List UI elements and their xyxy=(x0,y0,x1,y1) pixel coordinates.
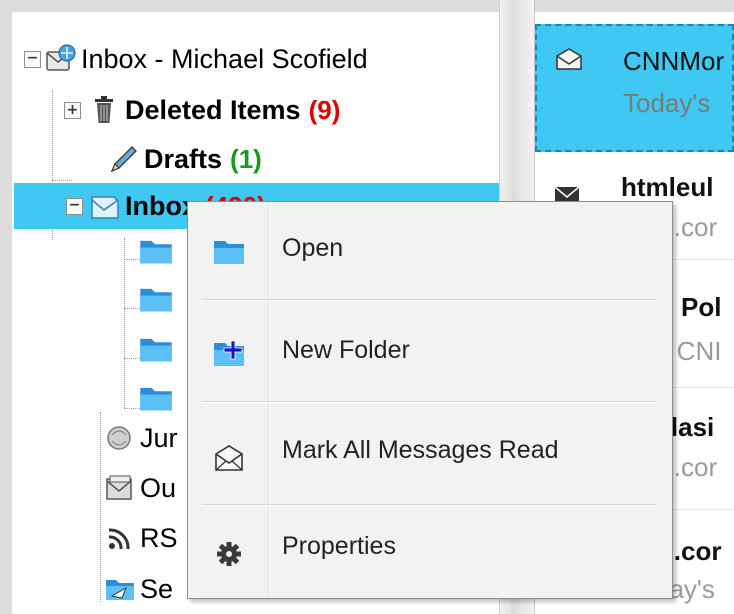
tree-item-drafts[interactable]: Drafts (1) xyxy=(108,136,262,182)
trash-icon xyxy=(95,96,113,123)
message-sender: CNNMor xyxy=(623,46,725,76)
drafts-label: Drafts xyxy=(144,143,223,174)
menu-item-label: New Folder xyxy=(282,336,410,364)
subfolder-folder-icon[interactable] xyxy=(138,334,174,364)
tree-root-mailbox[interactable]: − Inbox - Michael Scofield xyxy=(24,36,368,82)
pencil-icon xyxy=(110,146,137,173)
rss-label: RS xyxy=(140,522,178,553)
inbox-envelope-icon xyxy=(91,196,119,219)
tree-line xyxy=(124,238,125,408)
tree-item-rss[interactable]: RS xyxy=(104,515,178,561)
tree-item-sent[interactable]: Se xyxy=(104,566,173,612)
sent-icon xyxy=(106,580,134,600)
tree-item-outbox[interactable]: Ou xyxy=(104,465,176,511)
junk-label: Jur xyxy=(140,422,178,453)
folder-open-icon xyxy=(214,241,244,264)
root-label: Inbox - Michael Scofield xyxy=(81,43,368,74)
new-folder-icon xyxy=(214,340,244,366)
outbox-label: Ou xyxy=(140,472,177,503)
collapse-toggle[interactable]: − xyxy=(66,197,83,215)
gear-icon xyxy=(217,542,241,566)
envelope-open-icon xyxy=(215,445,243,471)
collapse-toggle[interactable]: − xyxy=(24,50,41,68)
drafts-count: (1) xyxy=(230,143,262,174)
tree-line xyxy=(52,180,72,181)
tree-item-deleted-items[interactable]: + Deleted Items (9) xyxy=(64,87,340,133)
subfolder-folder-icon[interactable] xyxy=(138,236,174,266)
menu-item-label: Mark All Messages Read xyxy=(282,436,559,464)
menu-item-label: Open xyxy=(282,234,344,262)
outbox-icon xyxy=(106,475,132,500)
junk-icon xyxy=(107,426,131,450)
expand-toggle[interactable]: + xyxy=(64,101,81,119)
rss-icon xyxy=(108,528,130,550)
tree-line xyxy=(100,412,101,602)
message-subject: Today's xyxy=(623,88,711,118)
tree-item-junk[interactable]: Jur xyxy=(104,415,178,461)
folder-context-menu: Open New Folder Mark All Messages Read P… xyxy=(187,201,673,599)
sent-label: Se xyxy=(140,573,174,604)
menu-separator xyxy=(202,401,656,403)
deleted-items-count: (9) xyxy=(308,94,341,125)
menu-item-properties[interactable]: Properties xyxy=(190,502,670,598)
menu-item-new-folder[interactable]: New Folder xyxy=(190,306,670,402)
subfolder-folder-icon[interactable] xyxy=(138,383,174,413)
mailbox-icon xyxy=(46,44,76,71)
deleted-items-label: Deleted Items xyxy=(125,94,301,125)
menu-item-open[interactable]: Open xyxy=(190,204,670,300)
menu-separator xyxy=(202,299,656,301)
message-item-selected[interactable]: CNNMor Today's xyxy=(535,24,734,152)
subfolder-folder-icon[interactable] xyxy=(138,284,174,314)
envelope-open-icon xyxy=(556,48,582,70)
message-sender: htmleul xyxy=(621,172,714,202)
menu-item-label: Properties xyxy=(282,532,396,560)
menu-item-mark-all-read[interactable]: Mark All Messages Read xyxy=(190,406,670,502)
